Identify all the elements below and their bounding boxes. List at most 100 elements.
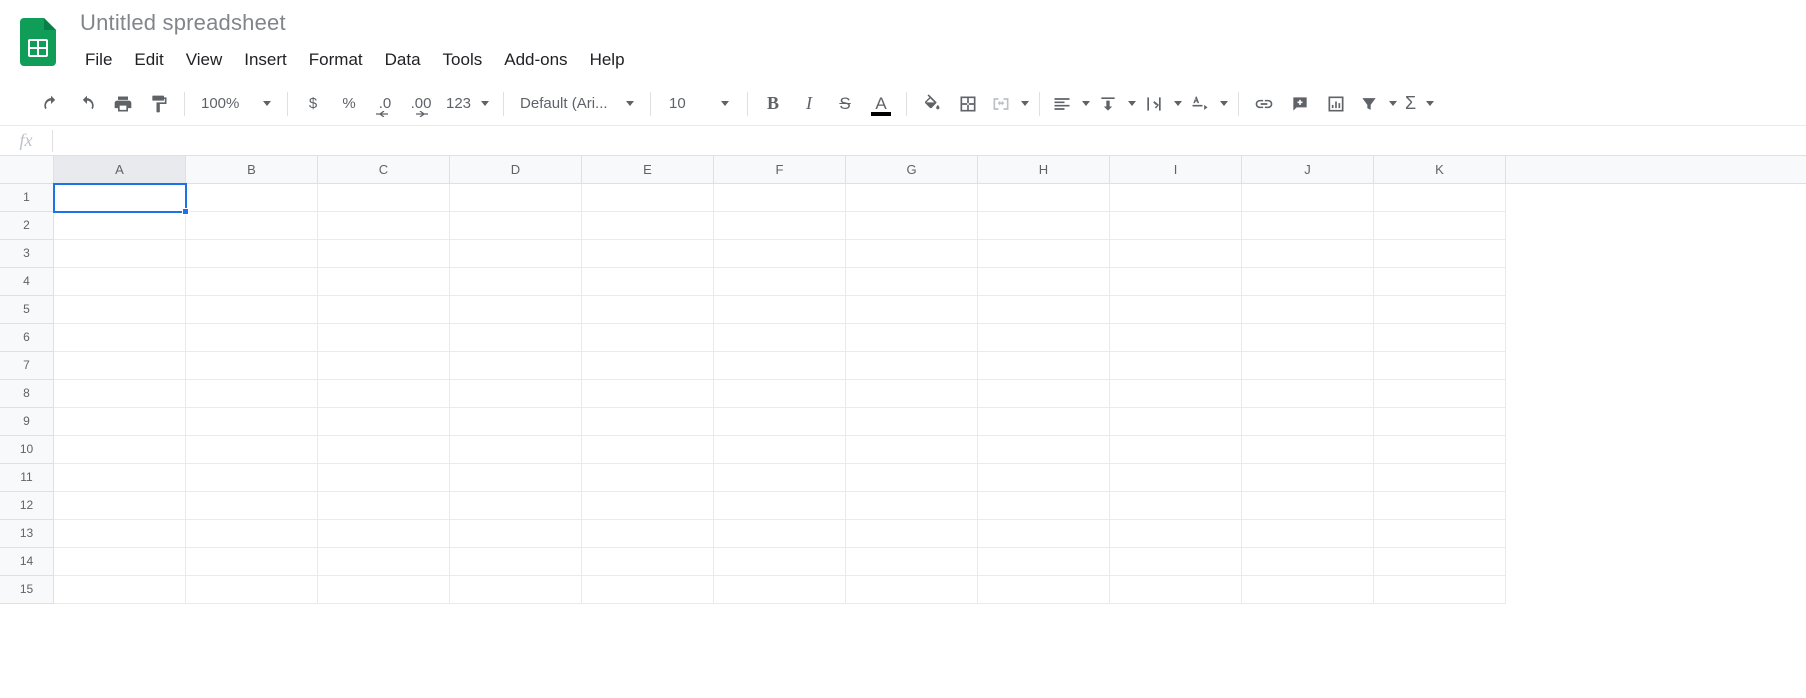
cell-F12[interactable] <box>714 492 846 520</box>
cell-I4[interactable] <box>1110 268 1242 296</box>
menu-addons[interactable]: Add-ons <box>493 44 578 76</box>
cell-K11[interactable] <box>1374 464 1506 492</box>
column-header-C[interactable]: C <box>318 156 450 183</box>
cell-G11[interactable] <box>846 464 978 492</box>
row-header-1[interactable]: 1 <box>0 184 54 212</box>
cell-A11[interactable] <box>54 464 186 492</box>
cell-K4[interactable] <box>1374 268 1506 296</box>
column-header-D[interactable]: D <box>450 156 582 183</box>
merge-cells-dropdown[interactable] <box>987 89 1031 119</box>
cell-G10[interactable] <box>846 436 978 464</box>
row-header-11[interactable]: 11 <box>0 464 54 492</box>
cell-D11[interactable] <box>450 464 582 492</box>
cell-J5[interactable] <box>1242 296 1374 324</box>
format-currency-button[interactable]: $ <box>296 89 330 119</box>
cell-A14[interactable] <box>54 548 186 576</box>
menu-format[interactable]: Format <box>298 44 374 76</box>
cell-C15[interactable] <box>318 576 450 604</box>
cell-H7[interactable] <box>978 352 1110 380</box>
cell-F10[interactable] <box>714 436 846 464</box>
cell-A4[interactable] <box>54 268 186 296</box>
menu-file[interactable]: File <box>74 44 123 76</box>
row-header-8[interactable]: 8 <box>0 380 54 408</box>
cell-D10[interactable] <box>450 436 582 464</box>
cell-J14[interactable] <box>1242 548 1374 576</box>
cell-B13[interactable] <box>186 520 318 548</box>
row-header-7[interactable]: 7 <box>0 352 54 380</box>
cell-J2[interactable] <box>1242 212 1374 240</box>
document-title[interactable]: Untitled spreadsheet <box>74 8 636 38</box>
row-header-15[interactable]: 15 <box>0 576 54 604</box>
cell-A5[interactable] <box>54 296 186 324</box>
column-header-G[interactable]: G <box>846 156 978 183</box>
menu-help[interactable]: Help <box>579 44 636 76</box>
cell-C5[interactable] <box>318 296 450 324</box>
menu-data[interactable]: Data <box>374 44 432 76</box>
font-family-dropdown[interactable]: Default (Ari... <box>512 89 642 119</box>
cell-E3[interactable] <box>582 240 714 268</box>
cell-G9[interactable] <box>846 408 978 436</box>
cell-I11[interactable] <box>1110 464 1242 492</box>
cell-F8[interactable] <box>714 380 846 408</box>
cell-B5[interactable] <box>186 296 318 324</box>
insert-chart-button[interactable] <box>1319 89 1353 119</box>
cell-B3[interactable] <box>186 240 318 268</box>
cell-D9[interactable] <box>450 408 582 436</box>
cell-I12[interactable] <box>1110 492 1242 520</box>
cell-D8[interactable] <box>450 380 582 408</box>
cell-C7[interactable] <box>318 352 450 380</box>
cell-H1[interactable] <box>978 184 1110 212</box>
row-header-12[interactable]: 12 <box>0 492 54 520</box>
cell-F15[interactable] <box>714 576 846 604</box>
cell-K9[interactable] <box>1374 408 1506 436</box>
column-header-J[interactable]: J <box>1242 156 1374 183</box>
cell-J12[interactable] <box>1242 492 1374 520</box>
cell-J15[interactable] <box>1242 576 1374 604</box>
cell-C6[interactable] <box>318 324 450 352</box>
cell-I14[interactable] <box>1110 548 1242 576</box>
cell-H10[interactable] <box>978 436 1110 464</box>
cell-H4[interactable] <box>978 268 1110 296</box>
row-header-9[interactable]: 9 <box>0 408 54 436</box>
cell-G4[interactable] <box>846 268 978 296</box>
cell-E10[interactable] <box>582 436 714 464</box>
row-header-14[interactable]: 14 <box>0 548 54 576</box>
cell-I7[interactable] <box>1110 352 1242 380</box>
cell-B11[interactable] <box>186 464 318 492</box>
menu-tools[interactable]: Tools <box>432 44 494 76</box>
cell-I1[interactable] <box>1110 184 1242 212</box>
cell-C11[interactable] <box>318 464 450 492</box>
cell-J10[interactable] <box>1242 436 1374 464</box>
cell-A6[interactable] <box>54 324 186 352</box>
cell-G5[interactable] <box>846 296 978 324</box>
cell-C3[interactable] <box>318 240 450 268</box>
cell-J3[interactable] <box>1242 240 1374 268</box>
cell-K2[interactable] <box>1374 212 1506 240</box>
cell-J9[interactable] <box>1242 408 1374 436</box>
cell-B6[interactable] <box>186 324 318 352</box>
column-header-F[interactable]: F <box>714 156 846 183</box>
cell-G15[interactable] <box>846 576 978 604</box>
cell-J11[interactable] <box>1242 464 1374 492</box>
menu-insert[interactable]: Insert <box>233 44 298 76</box>
cell-J7[interactable] <box>1242 352 1374 380</box>
cell-C13[interactable] <box>318 520 450 548</box>
cell-I6[interactable] <box>1110 324 1242 352</box>
cell-H11[interactable] <box>978 464 1110 492</box>
cell-B8[interactable] <box>186 380 318 408</box>
cell-E15[interactable] <box>582 576 714 604</box>
cell-K6[interactable] <box>1374 324 1506 352</box>
cell-H8[interactable] <box>978 380 1110 408</box>
cell-H3[interactable] <box>978 240 1110 268</box>
format-percent-button[interactable]: % <box>332 89 366 119</box>
cell-F5[interactable] <box>714 296 846 324</box>
cell-B12[interactable] <box>186 492 318 520</box>
cell-D15[interactable] <box>450 576 582 604</box>
cell-G14[interactable] <box>846 548 978 576</box>
vertical-align-dropdown[interactable] <box>1094 89 1138 119</box>
cell-A3[interactable] <box>54 240 186 268</box>
cell-F1[interactable] <box>714 184 846 212</box>
row-header-6[interactable]: 6 <box>0 324 54 352</box>
cell-I5[interactable] <box>1110 296 1242 324</box>
cell-E13[interactable] <box>582 520 714 548</box>
